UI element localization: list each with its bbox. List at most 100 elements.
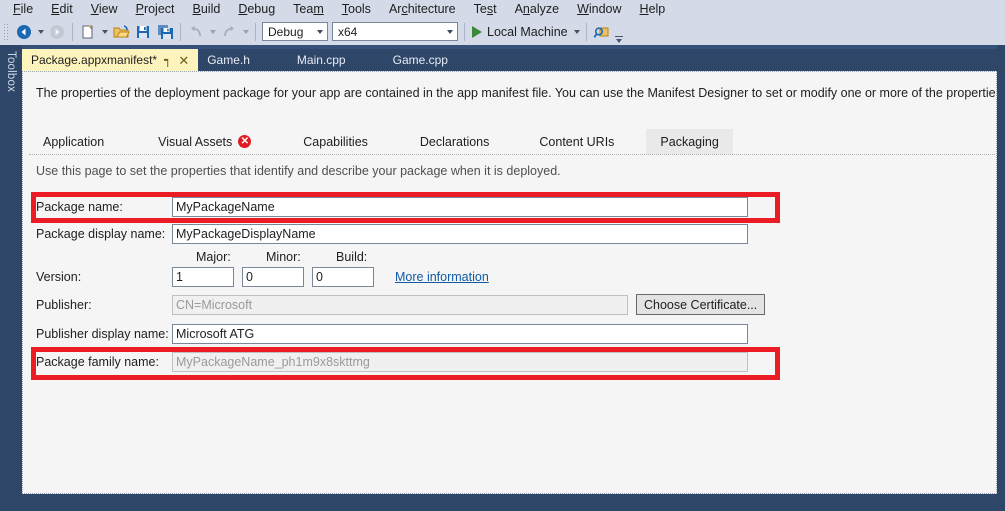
navigate-forward-icon xyxy=(50,24,64,39)
tab-label: Declarations xyxy=(419,134,490,149)
tab-packaging[interactable]: Packaging xyxy=(646,129,733,154)
find-in-files-button[interactable] xyxy=(591,21,613,43)
publisher-display-name-input[interactable] xyxy=(172,324,748,344)
document-tab-main-cpp[interactable]: Main.cpp xyxy=(259,49,355,71)
pin-icon[interactable]: ┑ xyxy=(164,54,171,66)
tab-declarations[interactable]: Declarations xyxy=(406,129,503,154)
menu-bar: File Edit View Project Build Debug Team … xyxy=(0,0,1005,18)
play-icon xyxy=(472,25,482,38)
menu-item-team[interactable]: Team xyxy=(284,0,333,18)
packaging-hint-text: Use this page to set the properties that… xyxy=(36,164,561,178)
document-tab-label: Main.cpp xyxy=(296,53,346,67)
publisher-display-name-label: Publisher display name: xyxy=(36,327,169,341)
package-family-name-label: Package family name: xyxy=(36,355,159,369)
open-file-button[interactable] xyxy=(110,21,132,43)
version-row: Version: More information xyxy=(36,267,489,287)
standard-toolbar: Debug x64 Local Machine xyxy=(0,18,1005,45)
tab-application[interactable]: Application xyxy=(29,129,118,154)
redo-icon xyxy=(224,25,234,36)
tab-content-uris[interactable]: Content URIs xyxy=(525,129,628,154)
publisher-display-name-row: Publisher display name: xyxy=(36,324,748,344)
run-target-label: Local Machine xyxy=(487,24,568,39)
tab-label: Packaging xyxy=(660,134,719,149)
package-display-name-row: Package display name: xyxy=(36,224,748,244)
publisher-row: Publisher: Choose Certificate... xyxy=(36,294,766,315)
solution-configuration-combobox[interactable]: Debug xyxy=(262,22,328,41)
menu-item-test[interactable]: Test xyxy=(465,0,506,18)
package-name-input[interactable] xyxy=(172,197,748,217)
toolbar-separator-5 xyxy=(585,22,587,41)
menu-item-window[interactable]: Window xyxy=(568,0,630,18)
package-family-name-input xyxy=(172,352,748,372)
visual-studio-window: File Edit View Project Build Debug Team … xyxy=(0,0,1005,511)
bottom-dock-rail xyxy=(0,494,1005,511)
tab-label: Application xyxy=(43,134,105,149)
chevron-down-icon xyxy=(312,29,327,34)
toolbar-grip[interactable] xyxy=(3,22,10,41)
tab-capabilities[interactable]: Capabilities xyxy=(289,129,382,154)
designer-intro-text: The properties of the deployment package… xyxy=(36,86,997,100)
run-target-dropdown-icon[interactable] xyxy=(573,29,580,34)
document-tab-game-cpp[interactable]: Game.cpp xyxy=(355,49,457,71)
navigate-forward-button[interactable] xyxy=(46,21,68,43)
major-label: Major: xyxy=(196,250,231,264)
navigate-back-dropdown-icon[interactable] xyxy=(38,29,44,34)
tab-label: Content URIs xyxy=(539,134,615,149)
new-item-dropdown-icon[interactable] xyxy=(102,29,108,34)
save-all-button[interactable] xyxy=(154,21,176,43)
more-information-link[interactable]: More information xyxy=(395,270,489,284)
open-file-icon xyxy=(113,24,130,37)
close-icon[interactable]: ✕ xyxy=(178,54,189,67)
chevron-down-icon xyxy=(442,29,457,34)
menu-item-tools[interactable]: Tools xyxy=(333,0,380,18)
tab-visual-assets[interactable]: Visual Assets ✕ xyxy=(144,129,265,154)
toolbar-overflow-button[interactable] xyxy=(614,21,623,43)
toolbar-separator-4 xyxy=(464,22,465,41)
menu-item-help[interactable]: Help xyxy=(631,0,675,18)
document-tab-package-appxmanifest[interactable]: Package.appxmanifest* ┑ ✕ xyxy=(22,49,199,71)
redo-button[interactable] xyxy=(218,21,240,43)
start-debugging-button[interactable]: Local Machine xyxy=(469,21,571,43)
publisher-input xyxy=(172,294,628,315)
navigate-back-button[interactable] xyxy=(13,21,35,43)
save-icon xyxy=(137,25,149,38)
save-button[interactable] xyxy=(132,21,154,43)
package-display-name-input[interactable] xyxy=(172,224,748,244)
publisher-label: Publisher: xyxy=(36,297,92,312)
document-tab-strip: Package.appxmanifest* ┑ ✕ Game.h Main.cp… xyxy=(22,49,1005,71)
document-tab-label: Package.appxmanifest* xyxy=(31,53,158,67)
undo-icon xyxy=(191,25,201,36)
document-tab-label: Game.cpp xyxy=(392,53,448,67)
menu-item-file[interactable]: File xyxy=(4,0,42,18)
undo-dropdown-icon[interactable] xyxy=(210,29,216,34)
package-display-name-label: Package display name: xyxy=(36,227,166,241)
toolbox-label: Toolbox xyxy=(5,51,17,93)
menu-item-analyze[interactable]: Analyze xyxy=(506,0,568,18)
solution-platform-value: x64 xyxy=(338,24,358,39)
new-item-button[interactable] xyxy=(77,21,99,43)
toolbox-panel-tab[interactable]: Toolbox xyxy=(0,45,22,511)
version-minor-input[interactable] xyxy=(242,267,304,287)
toolbar-separator-2 xyxy=(180,22,181,41)
solution-platform-combobox[interactable]: x64 xyxy=(332,22,458,41)
version-major-input[interactable] xyxy=(172,267,234,287)
version-build-input[interactable] xyxy=(312,267,374,287)
navigate-back-icon xyxy=(17,24,31,39)
new-item-icon xyxy=(82,24,93,38)
minor-label: Minor: xyxy=(266,250,301,264)
menu-item-view[interactable]: View xyxy=(82,0,127,18)
menu-item-edit[interactable]: Edit xyxy=(42,0,82,18)
menu-item-architecture[interactable]: Architecture xyxy=(380,0,465,18)
redo-dropdown-icon[interactable] xyxy=(243,29,249,34)
toolbar-separator-3 xyxy=(255,22,256,41)
document-tab-game-h[interactable]: Game.h xyxy=(198,49,259,71)
menu-item-debug[interactable]: Debug xyxy=(229,0,284,18)
version-label: Version: xyxy=(36,270,82,284)
build-label: Build: xyxy=(336,250,368,264)
choose-certificate-button[interactable]: Choose Certificate... xyxy=(636,294,766,315)
menu-item-build[interactable]: Build xyxy=(184,0,230,18)
right-dock-rail xyxy=(997,45,1005,511)
toolbar-separator-1 xyxy=(72,22,73,41)
menu-item-project[interactable]: Project xyxy=(127,0,184,18)
undo-button[interactable] xyxy=(185,21,207,43)
